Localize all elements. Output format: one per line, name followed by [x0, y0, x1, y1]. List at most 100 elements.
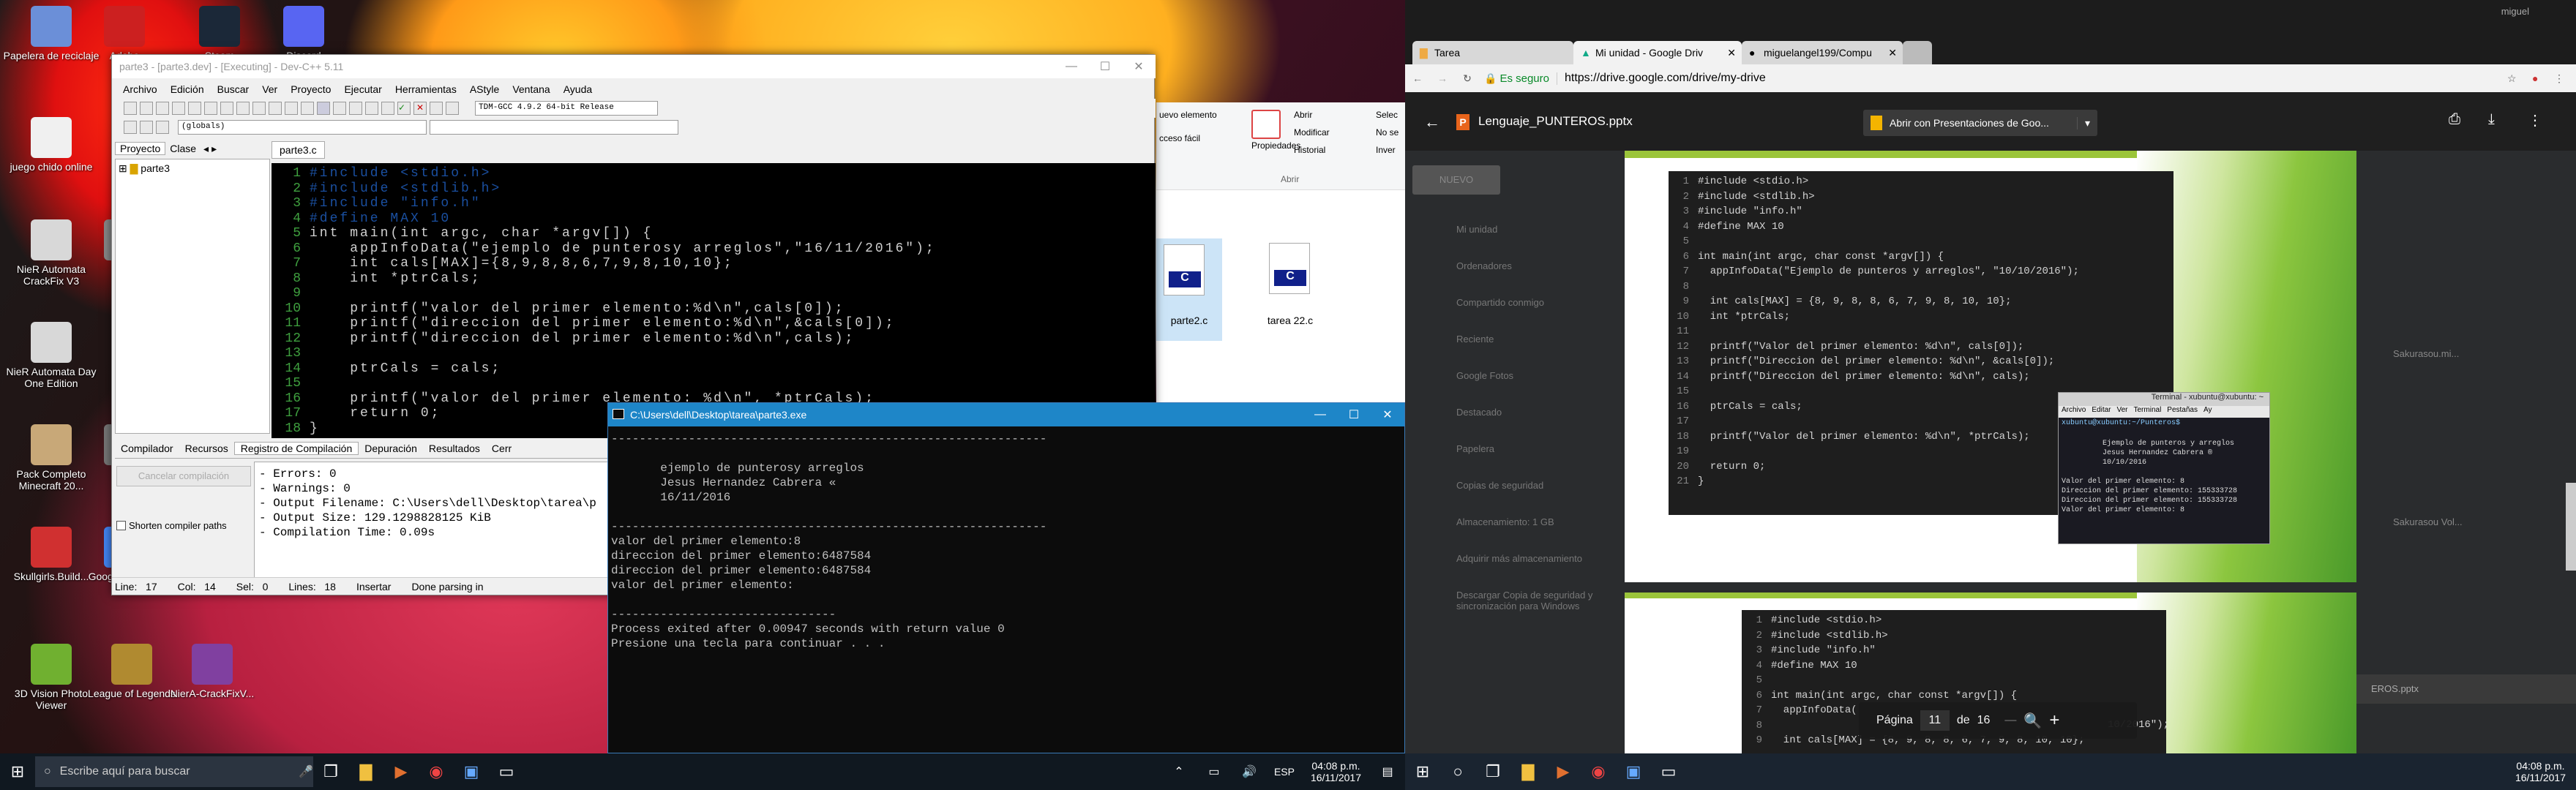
tab-project[interactable]: Proyecto: [115, 142, 166, 155]
tab-close-icon[interactable]: ✕: [1888, 47, 1897, 59]
drive-sidebar-item[interactable]: Almacenamiento: 1 GB: [1456, 516, 1625, 527]
menu-item[interactable]: Archivo: [116, 80, 164, 99]
code-line[interactable]: int main(int argc, char *argv[]) {: [310, 226, 653, 241]
menu-item[interactable]: Ayuda: [557, 80, 599, 99]
reload-icon[interactable]: ↻: [1455, 72, 1480, 85]
devcpp-taskbar-icon[interactable]: ▣: [1616, 753, 1651, 790]
search-icon[interactable]: ○: [1440, 753, 1475, 790]
desktop-icon[interactable]: Discord: [252, 6, 355, 61]
ribbon-open[interactable]: Abrir: [1294, 110, 1312, 120]
dropdown-arrow-icon[interactable]: ▾: [2077, 116, 2097, 129]
zoom-out-icon[interactable]: —: [2004, 714, 2016, 727]
forward-icon[interactable]: →: [1430, 72, 1455, 84]
drive-sidebar-item[interactable]: Descargar Copia de seguridad y sincroniz…: [1456, 590, 1625, 612]
volume-icon[interactable]: 🔊: [1232, 753, 1267, 790]
tab-tarea[interactable]: ▇ Tarea: [1412, 41, 1573, 64]
menu-item[interactable]: Herramientas: [389, 80, 463, 99]
chrome-taskbar-icon[interactable]: ◉: [419, 753, 454, 790]
print-icon[interactable]: ⎙: [2449, 111, 2460, 128]
secure-label[interactable]: Es seguro: [1497, 72, 1557, 85]
drive-sidebar-item[interactable]: Google Fotos: [1456, 370, 1625, 381]
file-item-parte2[interactable]: C parte2.c: [1156, 238, 1222, 341]
drive-sidebar-item[interactable]: Destacado: [1456, 407, 1625, 418]
notifications-icon[interactable]: ▤: [1370, 753, 1405, 790]
code-line[interactable]: }: [310, 421, 320, 436]
console-taskbar-icon[interactable]: ▭: [1651, 753, 1686, 790]
code-line[interactable]: ptrCals = cals;: [310, 361, 501, 376]
tab-github[interactable]: ● miguelangel199/Compu ✕: [1742, 41, 1903, 64]
tree-item-project[interactable]: ⊞ ▇ parte3: [116, 159, 269, 178]
redo-icon[interactable]: [236, 102, 250, 115]
search-box[interactable]: ○ Escribe aquí para buscar 🎤: [35, 756, 313, 787]
drive-file-1[interactable]: Sakurasou.mi...: [2393, 348, 2459, 359]
clock[interactable]: 04:08 p.m. 16/11/2017: [2505, 760, 2576, 783]
download-icon[interactable]: ⤓: [2488, 111, 2495, 128]
code-line[interactable]: printf("valor del primer elemento:%d\n",…: [310, 301, 845, 316]
bottom-tab[interactable]: Resultados: [423, 443, 486, 454]
code-line[interactable]: int *ptrCals;: [310, 271, 482, 286]
task-view-icon[interactable]: ❐: [1475, 753, 1510, 790]
replace-icon[interactable]: [269, 102, 282, 115]
check-icon[interactable]: ✓: [397, 102, 411, 115]
media-player-taskbar-icon[interactable]: ▶: [1546, 753, 1581, 790]
page-input[interactable]: 11: [1920, 710, 1950, 731]
save-all-icon[interactable]: [172, 102, 185, 115]
console-taskbar-icon[interactable]: ▭: [489, 753, 524, 790]
chart-icon[interactable]: [446, 102, 459, 115]
compile-run-icon[interactable]: [349, 102, 362, 115]
compile-icon[interactable]: [317, 102, 330, 115]
extension-icon[interactable]: ●: [2532, 72, 2554, 84]
ribbon-new-item[interactable]: uevo elemento: [1159, 110, 1217, 120]
scope-select[interactable]: (globals): [178, 120, 427, 135]
console-titlebar[interactable]: C:\Users\dell\Desktop\tarea\parte3.exe —…: [608, 403, 1404, 426]
abort-compilation-button[interactable]: Cancelar compilación: [116, 466, 251, 486]
bottom-tab[interactable]: Recursos: [179, 443, 234, 454]
shorten-paths-checkbox[interactable]: Shorten compiler paths: [116, 520, 227, 531]
menu-icon[interactable]: ⋮: [2554, 72, 2576, 85]
code-line[interactable]: #include "info.h": [310, 196, 482, 211]
tab-class[interactable]: Clase: [165, 143, 201, 154]
tab-scroll-right-icon[interactable]: ▸: [211, 143, 217, 155]
find-icon[interactable]: [252, 102, 266, 115]
bottom-tab[interactable]: Registro de Compilación: [233, 441, 359, 455]
menu-item[interactable]: Edición: [164, 80, 211, 99]
drive-file-2[interactable]: Sakurasou Vol...: [2393, 516, 2463, 527]
new-file-icon[interactable]: [124, 102, 137, 115]
task-view-icon[interactable]: ❐: [313, 753, 348, 790]
clock[interactable]: 04:08 p.m. 16/11/2017: [1302, 760, 1370, 783]
menu-item[interactable]: AStyle: [463, 80, 506, 99]
checkbox-icon[interactable]: [116, 521, 126, 530]
profile-icon[interactable]: [430, 102, 443, 115]
code-line[interactable]: #define MAX 10: [310, 211, 451, 226]
menu-item[interactable]: Buscar: [211, 80, 256, 99]
maximize-button[interactable]: ☐: [1088, 55, 1122, 78]
run-icon[interactable]: [333, 102, 346, 115]
open-icon[interactable]: [140, 102, 153, 115]
code-line[interactable]: appInfoData("ejemplo de punterosy arregl…: [310, 241, 936, 256]
file-tab[interactable]: parte3.c: [272, 141, 325, 159]
print-icon[interactable]: [204, 102, 217, 115]
bottom-tab[interactable]: Depuración: [359, 443, 423, 454]
goto-bookmark-icon[interactable]: [156, 121, 169, 134]
file-explorer-taskbar-icon[interactable]: ▇: [1510, 753, 1546, 790]
zoom-icon[interactable]: 🔍: [2023, 712, 2042, 730]
menu-item[interactable]: Ventana: [506, 80, 556, 99]
ribbon-select[interactable]: Selec: [1376, 110, 1398, 120]
back-icon[interactable]: ←: [1405, 72, 1430, 84]
ribbon-select-none[interactable]: No se: [1376, 127, 1399, 138]
ribbon-invert[interactable]: Inver: [1376, 145, 1396, 155]
file-item-tarea22[interactable]: C tarea 22.c: [1250, 243, 1330, 345]
tab-scroll-left-icon[interactable]: ◂: [201, 143, 211, 155]
url-field[interactable]: https://drive.google.com/drive/my-drive: [1557, 72, 2507, 85]
minimize-button[interactable]: —: [1055, 55, 1088, 78]
ribbon-history[interactable]: Historial: [1294, 145, 1325, 155]
rebuild-icon[interactable]: [365, 102, 378, 115]
code-line[interactable]: #include <stdlib.h>: [310, 181, 501, 196]
code-line[interactable]: printf("direccion del primer elemento:%d…: [310, 316, 896, 331]
expand-icon[interactable]: ⊞: [119, 162, 127, 174]
lock-icon[interactable]: 🔒: [1480, 72, 1497, 85]
tab-close-icon[interactable]: ✕: [1727, 47, 1736, 59]
close-button[interactable]: ✕: [1122, 55, 1156, 78]
stop-icon[interactable]: ✕: [413, 102, 427, 115]
goto-icon[interactable]: [301, 102, 314, 115]
